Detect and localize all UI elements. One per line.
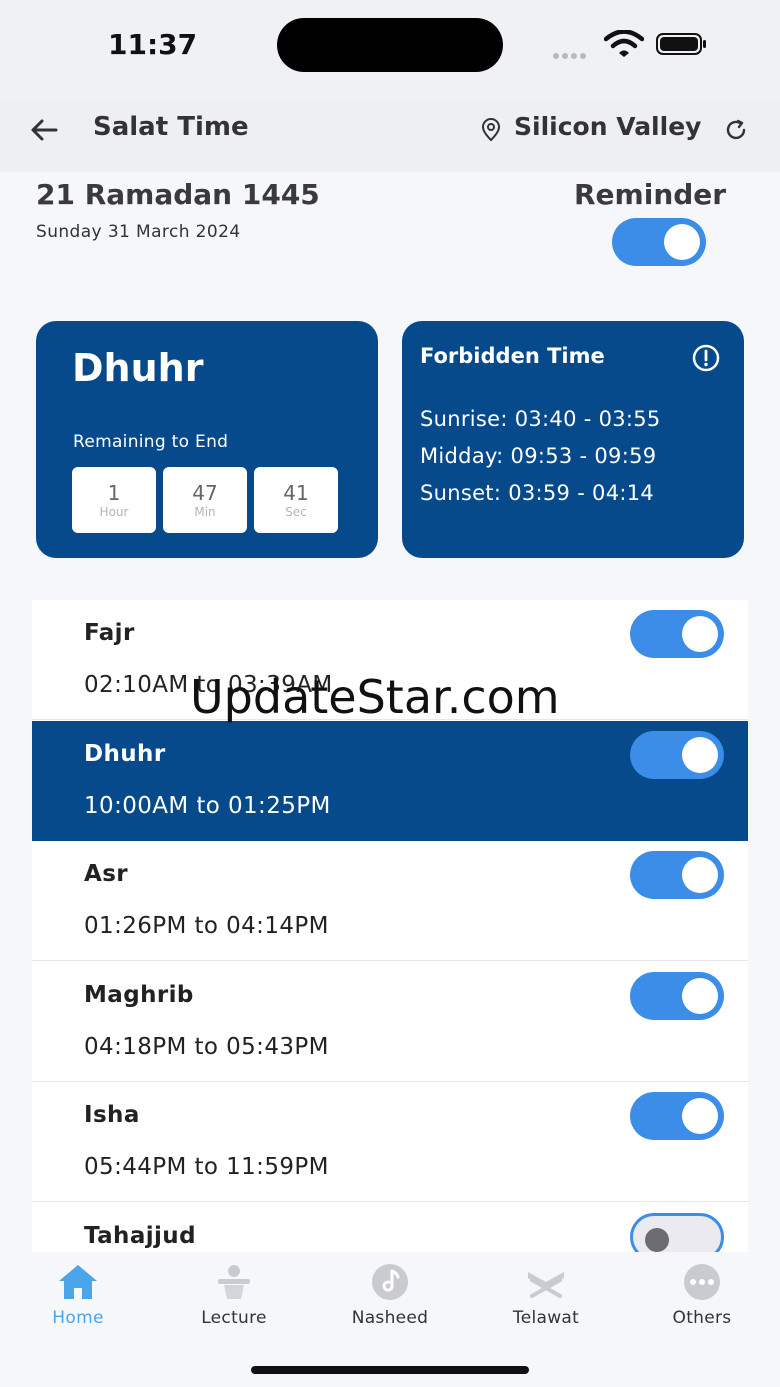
more-icon bbox=[684, 1264, 720, 1300]
music-icon bbox=[372, 1264, 408, 1300]
asr-toggle[interactable] bbox=[630, 851, 724, 899]
countdown-seconds-value: 41 bbox=[283, 481, 309, 505]
home-icon bbox=[59, 1265, 97, 1299]
tab-label: Nasheed bbox=[351, 1308, 429, 1328]
wifi-icon bbox=[604, 30, 644, 57]
refresh-icon[interactable] bbox=[724, 118, 748, 142]
countdown-hours-unit: Hour bbox=[99, 505, 129, 519]
tab-label: Telawat bbox=[512, 1308, 580, 1328]
dhuhr-toggle[interactable] bbox=[630, 731, 724, 779]
countdown-seconds-unit: Sec bbox=[285, 505, 307, 519]
maghrib-toggle[interactable] bbox=[630, 972, 724, 1020]
prayer-time-range: 01:26PM to 04:14PM bbox=[84, 913, 329, 939]
gregorian-date: Sunday 31 March 2024 bbox=[36, 222, 241, 242]
countdown-minutes-value: 47 bbox=[192, 481, 218, 505]
forbidden-sunrise: Sunrise: 03:40 - 03:55 bbox=[420, 407, 661, 431]
info-icon[interactable] bbox=[692, 344, 720, 372]
fajr-toggle[interactable] bbox=[630, 610, 724, 658]
countdown-minutes-unit: Min bbox=[194, 505, 216, 519]
prayer-row-isha[interactable]: Isha 05:44PM to 11:59PM bbox=[32, 1082, 748, 1202]
current-prayer-name: Dhuhr bbox=[72, 346, 204, 390]
toggle-knob bbox=[664, 224, 700, 260]
tab-home[interactable]: Home bbox=[0, 1262, 156, 1328]
reminder-label: Reminder bbox=[574, 178, 727, 211]
prayer-row-dhuhr[interactable]: Dhuhr 10:00AM to 01:25PM bbox=[32, 721, 748, 841]
prayer-name: Tahajjud bbox=[84, 1223, 196, 1249]
tab-others[interactable]: Others bbox=[624, 1262, 780, 1328]
forbidden-sunset: Sunset: 03:59 - 04:14 bbox=[420, 481, 655, 505]
location-pin-icon bbox=[481, 118, 501, 142]
battery-icon bbox=[656, 33, 706, 55]
prayer-time-range: 04:18PM to 05:43PM bbox=[84, 1034, 329, 1060]
back-arrow-icon[interactable] bbox=[28, 114, 60, 146]
tab-telawat[interactable]: Telawat bbox=[468, 1262, 624, 1328]
prayer-name: Isha bbox=[84, 1102, 140, 1128]
lecture-icon bbox=[218, 1265, 250, 1299]
toggle-knob bbox=[682, 616, 718, 652]
tab-label: Others bbox=[672, 1308, 732, 1328]
countdown-seconds: 41 Sec bbox=[254, 467, 338, 533]
isha-toggle[interactable] bbox=[630, 1092, 724, 1140]
page-title: Salat Time bbox=[93, 112, 249, 142]
tab-label: Home bbox=[52, 1308, 104, 1328]
toggle-knob bbox=[682, 1098, 718, 1134]
countdown-hours-value: 1 bbox=[107, 481, 121, 505]
tab-nasheed[interactable]: Nasheed bbox=[312, 1262, 468, 1328]
tab-label: Lecture bbox=[201, 1308, 267, 1328]
watermark: UpdateStar.com bbox=[190, 670, 560, 724]
prayer-name: Asr bbox=[84, 861, 129, 887]
remaining-label: Remaining to End bbox=[73, 432, 229, 452]
prayer-name: Maghrib bbox=[84, 982, 194, 1008]
forbidden-title: Forbidden Time bbox=[420, 344, 605, 368]
prayer-time-range: 05:44PM to 11:59PM bbox=[84, 1154, 329, 1180]
dynamic-island bbox=[277, 18, 503, 72]
toggle-knob bbox=[682, 857, 718, 893]
status-time: 11:37 bbox=[108, 28, 198, 61]
reminder-toggle[interactable] bbox=[612, 218, 706, 266]
tab-lecture[interactable]: Lecture bbox=[156, 1262, 312, 1328]
toggle-knob bbox=[645, 1228, 669, 1252]
prayer-row-maghrib[interactable]: Maghrib 04:18PM to 05:43PM bbox=[32, 962, 748, 1082]
prayer-name: Dhuhr bbox=[84, 741, 166, 767]
countdown-hours: 1 Hour bbox=[72, 467, 156, 533]
home-indicator[interactable] bbox=[251, 1366, 529, 1374]
prayer-time-range: 10:00AM to 01:25PM bbox=[84, 793, 331, 819]
prayer-row-asr[interactable]: Asr 01:26PM to 04:14PM bbox=[32, 841, 748, 961]
signal-icon bbox=[553, 44, 589, 63]
toggle-knob bbox=[682, 737, 718, 773]
forbidden-midday: Midday: 09:53 - 09:59 bbox=[420, 444, 657, 468]
location-label[interactable]: Silicon Valley bbox=[514, 112, 701, 141]
toggle-knob bbox=[682, 978, 718, 1014]
prayer-name: Fajr bbox=[84, 620, 135, 646]
countdown-minutes: 47 Min bbox=[163, 467, 247, 533]
hijri-date: 21 Ramadan 1445 bbox=[36, 178, 320, 211]
quran-stand-icon bbox=[528, 1272, 564, 1298]
